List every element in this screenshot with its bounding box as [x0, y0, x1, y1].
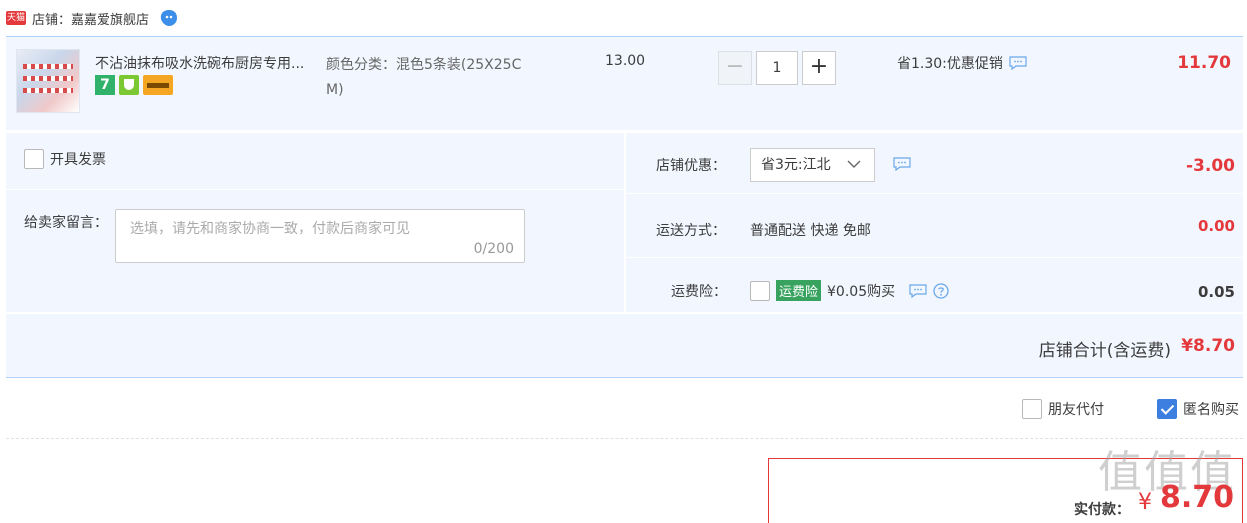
quantity-stepper: − 1 + [718, 51, 836, 85]
friend-pay-checkbox[interactable] [1022, 399, 1042, 419]
promo-detail-icon[interactable] [1009, 56, 1027, 70]
anonymous-buy-option[interactable]: 匿名购买 [1157, 399, 1239, 419]
invoice-option[interactable]: 开具发票 [24, 149, 106, 169]
seven-day-return-icon[interactable]: 7 [95, 75, 115, 95]
quantity-input[interactable]: 1 [756, 51, 798, 85]
message-placeholder: 选填，请先和商家协商一致，付款后商家可见 [130, 221, 410, 237]
shipping-method: 普通配送 快递 免邮 [750, 223, 871, 239]
quantity-increase-button[interactable]: + [802, 51, 836, 85]
service-icons: 7 [95, 75, 173, 95]
promotion-text: 省1.30:优惠促销 [897, 56, 1003, 72]
shop-coupon-label: 店铺优惠： [656, 158, 726, 174]
shipping-label: 运送方式： [656, 223, 726, 239]
order-item-row: 不沾油抹布吸水洗碗布厨房专用... 7 颜色分类：混色5条装(25X25C M)… [6, 36, 1243, 130]
actual-pay-currency: ¥ [1138, 490, 1152, 515]
insurance-checkbox[interactable] [750, 280, 770, 301]
insurance-option: 运费险 ¥0.05购买 [750, 280, 949, 301]
shop-coupon-select[interactable]: 省3元:江北 [750, 148, 875, 182]
invoice-label: 开具发票 [50, 152, 106, 168]
unit-price: 13.00 [605, 53, 646, 69]
help-icon[interactable] [933, 282, 949, 299]
anonymous-buy-label: 匿名购买 [1183, 402, 1239, 418]
friend-pay-option[interactable]: 朋友代付 [1022, 399, 1104, 419]
quantity-decrease-button[interactable]: − [718, 51, 752, 85]
actual-pay-label: 实付款： [1074, 502, 1130, 518]
sku-line-2: M) [326, 82, 344, 98]
coupon-detail-icon[interactable] [893, 157, 911, 171]
sku-line-1: 颜色分类：混色5条装(25X25C [326, 57, 522, 73]
insurance-label: 运费险： [671, 284, 727, 300]
chevron-down-icon [847, 160, 861, 168]
message-label: 给卖家留言： [24, 215, 108, 231]
invoice-checkbox[interactable] [24, 149, 44, 169]
insurance-amount: 0.05 [1197, 283, 1235, 301]
product-title-link[interactable]: 不沾油抹布吸水洗碗布厨房专用... [95, 53, 320, 73]
anonymous-buy-checkbox[interactable] [1157, 399, 1177, 419]
shop-coupon-selected: 省3元:江北 [761, 157, 831, 173]
message-textarea[interactable]: 选填，请先和商家协商一致，付款后商家可见 0/200 [115, 209, 525, 263]
shop-total-value: ¥8.70 [1181, 336, 1235, 356]
wangwang-chat-icon[interactable] [159, 9, 179, 27]
promotion-info: 省1.30:优惠促销 [897, 53, 1027, 73]
tmall-badge: 天猫 [6, 11, 26, 25]
product-sku: 颜色分类：混色5条装(25X25C M) [326, 53, 546, 103]
insurance-detail-icon[interactable] [909, 283, 927, 298]
product-thumbnail[interactable] [16, 49, 80, 113]
actual-pay-value: 8.70 [1160, 480, 1235, 515]
divider [6, 438, 1243, 439]
credit-card-icon[interactable] [143, 75, 173, 95]
shop-header: 天猫 店铺：嘉嘉爱旗舰店 [6, 6, 179, 30]
shop-total-label: 店铺合计(含运费) [1038, 341, 1171, 361]
item-subtotal: 11.70 [1177, 53, 1231, 73]
insurance-tag: 运费险 [776, 280, 822, 301]
shop-name-link[interactable]: 店铺：嘉嘉爱旗舰店 [32, 9, 149, 28]
guarantee-icon[interactable] [119, 75, 139, 95]
message-char-count: 0/200 [473, 241, 514, 257]
friend-pay-label: 朋友代付 [1048, 402, 1104, 418]
shop-coupon-amount: -3.00 [1186, 156, 1235, 176]
shipping-amount: 0.00 [1197, 217, 1235, 235]
insurance-price: ¥0.05购买 [827, 283, 896, 300]
